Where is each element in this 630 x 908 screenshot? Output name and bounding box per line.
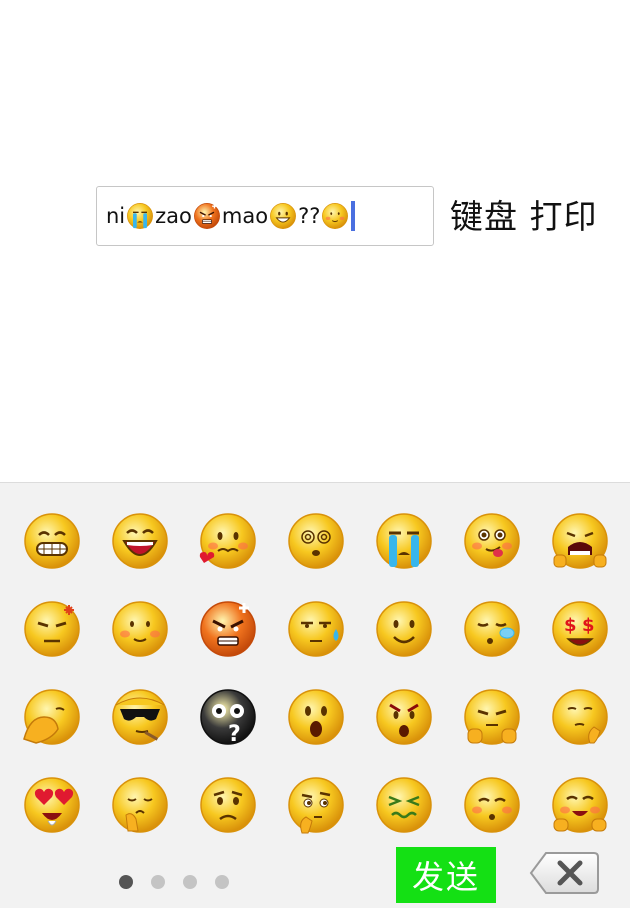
page-dot[interactable] bbox=[151, 875, 165, 889]
smiling-face-icon bbox=[321, 202, 349, 230]
input-text-segment: ?? bbox=[298, 204, 321, 228]
svg-text:$: $ bbox=[582, 615, 595, 636]
money-eyes-icon[interactable]: $ $ bbox=[536, 585, 624, 673]
pray-icon[interactable] bbox=[96, 761, 184, 849]
page-dot[interactable] bbox=[119, 875, 133, 889]
angry-face-icon bbox=[193, 202, 221, 230]
input-text-segment: ni bbox=[106, 204, 126, 228]
sweat-icon[interactable] bbox=[272, 585, 360, 673]
grinning-face-icon bbox=[269, 202, 297, 230]
laugh-open-mouth-icon[interactable] bbox=[96, 497, 184, 585]
loud-crying-icon[interactable] bbox=[360, 497, 448, 585]
heart-eyes-icon[interactable] bbox=[8, 761, 96, 849]
dizzy-face-icon[interactable] bbox=[272, 497, 360, 585]
svg-text:$: $ bbox=[564, 615, 577, 636]
emoji-panel: $ $ ? 发送 bbox=[0, 482, 630, 908]
compose-area: ni zao mao ?? 键盘 打印 bbox=[0, 0, 630, 482]
input-text-segment: zao bbox=[155, 204, 192, 228]
scream-hands-icon[interactable] bbox=[536, 497, 624, 585]
thumb-bite-icon[interactable] bbox=[448, 673, 536, 761]
page-indicator[interactable] bbox=[119, 875, 229, 889]
smile-icon[interactable] bbox=[360, 585, 448, 673]
dark-question-icon[interactable]: ? bbox=[184, 673, 272, 761]
page-dot[interactable] bbox=[183, 875, 197, 889]
crying-face-icon bbox=[126, 202, 154, 230]
svg-text:?: ? bbox=[228, 722, 241, 747]
keyboard-print-label: 键盘 打印 bbox=[450, 197, 598, 236]
tongue-out-icon[interactable] bbox=[448, 497, 536, 585]
facepalm-icon[interactable] bbox=[8, 673, 96, 761]
shy-heart-icon[interactable] bbox=[184, 497, 272, 585]
backspace-icon[interactable] bbox=[528, 849, 600, 897]
blushing-icon[interactable] bbox=[448, 761, 536, 849]
shocked-icon[interactable] bbox=[360, 673, 448, 761]
happy-cheeks-icon[interactable] bbox=[536, 761, 624, 849]
nauseated-icon[interactable] bbox=[360, 761, 448, 849]
grin-icon[interactable] bbox=[8, 497, 96, 585]
page-dot[interactable] bbox=[215, 875, 229, 889]
message-input[interactable]: ni zao mao ?? bbox=[96, 186, 434, 246]
thinking-icon[interactable] bbox=[272, 761, 360, 849]
furious-icon[interactable] bbox=[184, 585, 272, 673]
text-caret bbox=[351, 201, 356, 231]
annoyed-icon[interactable] bbox=[8, 585, 96, 673]
send-button[interactable]: 发送 bbox=[396, 847, 496, 903]
blush-smile-icon[interactable] bbox=[96, 585, 184, 673]
sunglasses-cigar-icon[interactable] bbox=[96, 673, 184, 761]
worried-icon[interactable] bbox=[184, 761, 272, 849]
sleepy-snot-icon[interactable] bbox=[448, 585, 536, 673]
input-text-segment: mao bbox=[221, 204, 269, 228]
shh-icon[interactable] bbox=[536, 673, 624, 761]
surprised-icon[interactable] bbox=[272, 673, 360, 761]
emoji-grid: $ $ ? bbox=[8, 497, 624, 849]
